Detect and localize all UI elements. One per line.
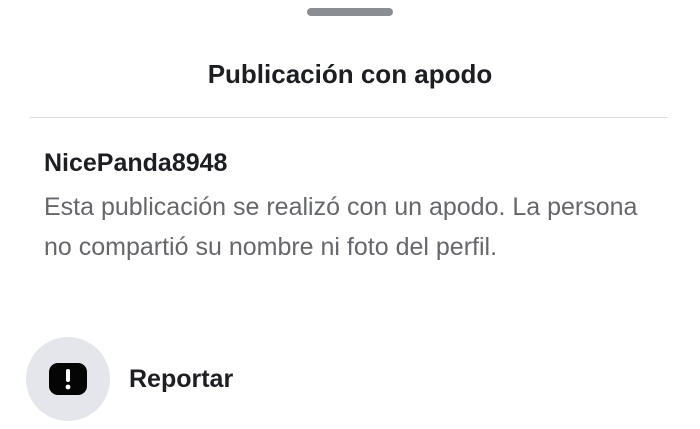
sheet-title: Publicación con apodo [207, 59, 493, 89]
report-button[interactable]: Reportar [26, 336, 666, 422]
bottom-sheet: Publicación con apodo NicePanda8948 Esta… [0, 0, 700, 429]
report-label: Reportar [129, 365, 234, 393]
drag-handle[interactable] [307, 8, 393, 16]
nickname-description: Esta publicación se realizó con un apodo… [44, 193, 638, 261]
divider [30, 117, 668, 118]
report-icon-container [26, 337, 110, 421]
nickname-label: NicePanda8948 [44, 149, 228, 177]
alert-square-icon [49, 363, 87, 395]
